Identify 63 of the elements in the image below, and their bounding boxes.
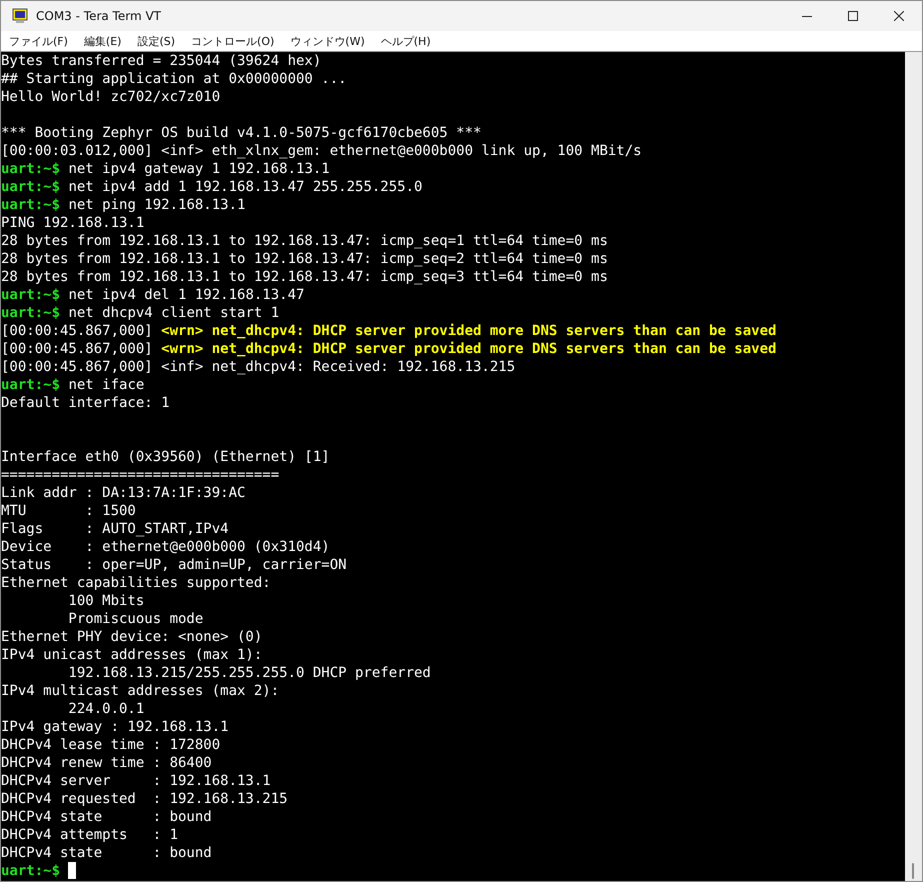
prompt: uart:~$ <box>1 862 60 880</box>
terminal-text: 28 bytes from 192.168.13.1 to 192.168.13.47: icmp_seq=3 ttl=64 time=0 ms <box>1 268 608 286</box>
terminal-text: 100 Mbits <box>67 592 144 610</box>
terminal-text: net ipv4 gateway 1 192.168.13.1 <box>67 160 330 178</box>
menu-item[interactable]: ファイル(F) <box>4 32 73 50</box>
terminal-text: DHCPv4 lease time : 172800 <box>1 736 220 754</box>
terminal-text: DHCPv4 attempts : 1 <box>1 826 178 844</box>
terminal-text: Link addr : DA:13:7A:1F:39:AC <box>1 484 246 502</box>
scrollbar-thumb[interactable] <box>912 863 914 879</box>
terminal-text: [00:00:45.867,000] <inf> net_dhcpv4: Received: 192.168.13.215 <box>1 358 516 376</box>
terminal-text: *** Booting Zephyr OS build v4.1.0-5075-gcf6170cbe605 *** <box>1 124 482 142</box>
terminal-text: IPv4 multicast addresses (max 2): <box>1 682 280 700</box>
terminal-text: net iface <box>67 376 144 394</box>
prompt: uart:~$ <box>1 286 60 304</box>
menu-item[interactable]: ウィンドウ(W) <box>285 32 370 50</box>
prompt: uart:~$ <box>1 304 60 322</box>
terminal-text: ## Starting application at 0x00000000 ... <box>1 70 347 88</box>
terminal-text: [00:00:45.867,000] <box>1 322 154 340</box>
terminal-text: Bytes transferred = 235044 (39624 hex) <box>1 52 322 70</box>
terminal-text: ================================= <box>1 466 280 484</box>
terminal-app-icon <box>12 8 28 24</box>
terminal-text: net dhcpv4 client start 1 <box>67 304 280 322</box>
window-title: COM3 - Tera Term VT <box>36 9 162 23</box>
terminal-text: IPv4 gateway : 192.168.13.1 <box>1 718 229 736</box>
terminal-text: net ipv4 add 1 192.168.13.47 255.255.255.0 <box>67 178 422 196</box>
terminal-text: Ethernet PHY device: <none> (0) <box>1 628 262 646</box>
terminal-text: DHCPv4 state : bound <box>1 844 212 862</box>
warning-text: <wrn> net_dhcpv4: DHCP server provided more DNS servers than can be saved <box>161 340 776 358</box>
terminal-text: DHCPv4 renew time : 86400 <box>1 754 212 772</box>
terminal-text: Device : ethernet@e000b000 (0x310d4) <box>1 538 330 556</box>
menu-item[interactable]: コントロール(O) <box>186 32 280 50</box>
terminal-text: DHCPv4 requested : 192.168.13.215 <box>1 790 288 808</box>
terminal-text: Hello World! zc702/xc7z010 <box>1 88 220 106</box>
prompt: uart:~$ <box>1 160 60 178</box>
terminal-text: IPv4 unicast addresses (max 1): <box>1 646 262 664</box>
terminal-text: net ping 192.168.13.1 <box>67 196 246 214</box>
menu-item[interactable]: 設定(S) <box>132 32 180 50</box>
maximize-icon <box>848 11 858 21</box>
terminal-text: PING 192.168.13.1 <box>1 214 144 232</box>
terminal-text: Default interface: 1 <box>1 394 170 412</box>
prompt: uart:~$ <box>1 196 60 214</box>
terminal-text: 224.0.0.1 <box>67 700 144 718</box>
prompt: uart:~$ <box>1 376 60 394</box>
terminal-text: Ethernet capabilities supported: <box>1 574 271 592</box>
terminal-text: [00:00:45.867,000] <box>1 340 154 358</box>
terminal-text: MTU : 1500 <box>1 502 136 520</box>
terminal-text: Interface eth0 (0x39560) (Ethernet) [1] <box>1 448 330 466</box>
terminal-text: Status : oper=UP, admin=UP, carrier=ON <box>1 556 347 574</box>
terminal-text: Flags : AUTO_START,IPv4 <box>1 520 229 538</box>
terminal-text: DHCPv4 state : bound <box>1 808 212 826</box>
menu-item[interactable]: 編集(E) <box>78 32 126 50</box>
terminal-text: Promiscuous mode <box>67 610 204 628</box>
menu-item[interactable]: ヘルプ(H) <box>376 32 436 50</box>
terminal-text: [00:00:03.012,000] <inf> eth_xlnx_gem: ethernet@e000b000 link up, 100 MBit/s <box>1 142 642 160</box>
terminal-text: 192.168.13.215/255.255.255.0 DHCP preferred <box>67 664 431 682</box>
close-icon <box>894 11 904 21</box>
prompt: uart:~$ <box>1 178 60 196</box>
terminal-text: 28 bytes from 192.168.13.1 to 192.168.13.47: icmp_seq=2 ttl=64 time=0 ms <box>1 250 608 268</box>
warning-text: <wrn> net_dhcpv4: DHCP server provided more DNS servers than can be saved <box>161 322 776 340</box>
terminal-text: net ipv4 del 1 192.168.13.47 <box>67 286 304 304</box>
terminal-text: DHCPv4 server : 192.168.13.1 <box>1 772 271 790</box>
terminal-text: 28 bytes from 192.168.13.1 to 192.168.13.47: icmp_seq=1 ttl=64 time=0 ms <box>1 232 608 250</box>
scrollbar[interactable] <box>905 52 922 881</box>
